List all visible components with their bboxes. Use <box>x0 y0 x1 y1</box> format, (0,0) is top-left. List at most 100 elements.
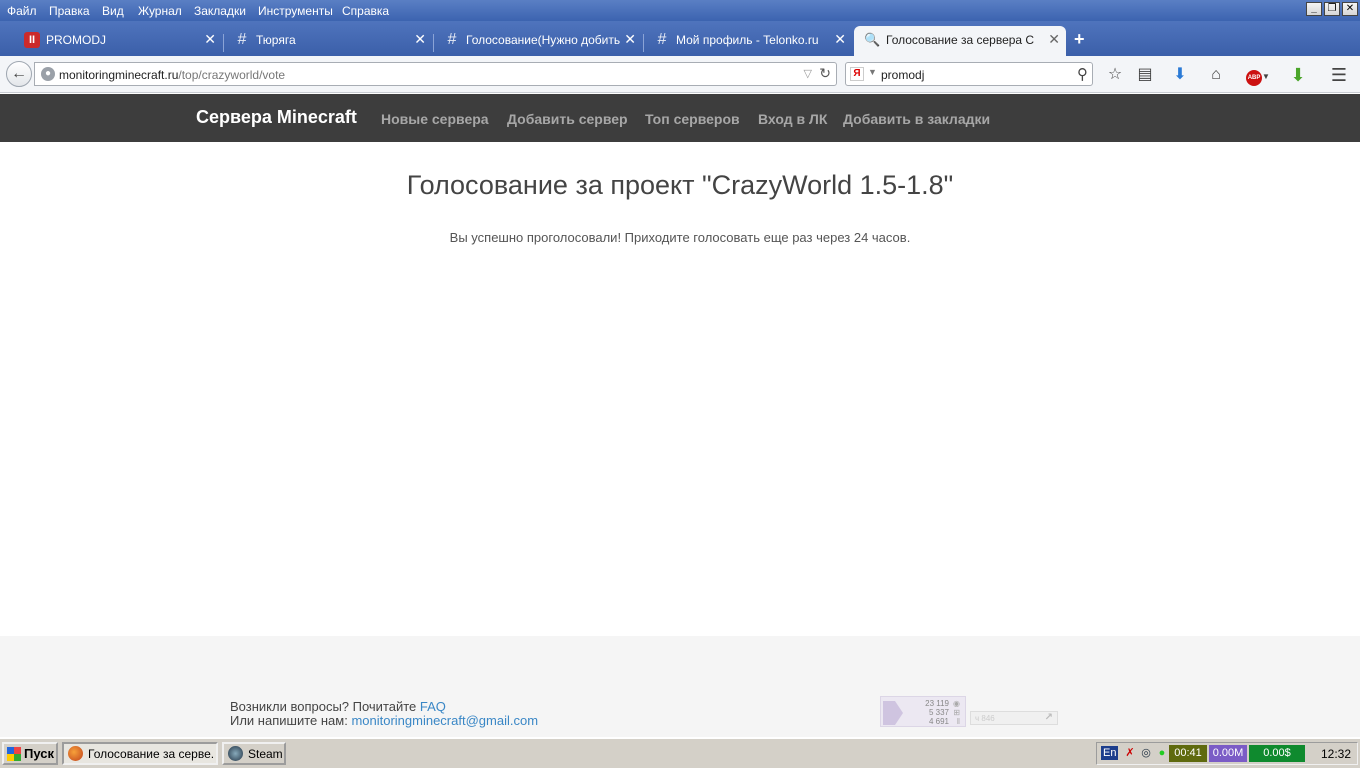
footer-questions-text: Возникли вопросы? Почитайте <box>230 699 420 714</box>
tab-turyaga[interactable]: # Тюряга ✕ <box>224 26 432 56</box>
tab-profile[interactable]: # Мой профиль - Telonko.ru ✕ <box>644 26 852 56</box>
nav-top-servers[interactable]: Топ серверов <box>645 111 740 127</box>
menu-icon[interactable]: ☰ <box>1328 64 1350 86</box>
site-brand[interactable]: Сервера Minecraft <box>196 107 357 128</box>
navigation-toolbar: ← ● monitoringminecraft.ru/top/crazyworl… <box>0 56 1360 93</box>
home-icon[interactable]: ⌂ <box>1205 64 1227 86</box>
memory-indicator: 0.00M <box>1209 745 1247 762</box>
counter-views: 23 119 <box>925 699 949 708</box>
menu-edit[interactable]: Правка <box>49 4 90 18</box>
liveinternet-counter[interactable]: 23 119 ◉ 5 337 ⊞ 4 691 ǁ <box>880 696 966 727</box>
nav-login[interactable]: Вход в ЛК <box>758 111 827 127</box>
clock: 12:32 <box>1320 747 1351 761</box>
counter2-text: ч 846 <box>975 714 995 723</box>
adblock-icon[interactable]: ABP ▼ <box>1242 64 1274 86</box>
close-window-button[interactable]: ✕ <box>1342 2 1358 16</box>
start-label: Пуск <box>24 746 54 761</box>
chevron-down-icon[interactable]: ▽ <box>804 67 812 80</box>
taskbar-item-firefox[interactable]: Голосование за серве... <box>62 742 218 765</box>
taskbar-item-steam[interactable]: Steam <box>222 742 286 765</box>
footer: Возникли вопросы? Почитайте FAQ Или напи… <box>0 636 1360 737</box>
tab-voting[interactable]: # Голосование(Нужно добить... ✕ <box>434 26 642 56</box>
menu-file[interactable]: Файл <box>7 4 37 18</box>
person-icon: ǁ <box>956 717 960 726</box>
email-link[interactable]: monitoringminecraft@gmail.com <box>351 713 538 728</box>
hash-icon: # <box>237 31 247 48</box>
close-icon[interactable]: ✕ <box>834 31 846 48</box>
download-icon[interactable]: ⬇ <box>1169 64 1191 86</box>
counter-online: 4 691 <box>928 717 949 726</box>
balance-indicator: 0.00$ <box>1249 745 1305 762</box>
taskbar-item-label: Steam <box>248 747 283 761</box>
menu-tools[interactable]: Инструменты <box>258 4 333 18</box>
counter-chart-icon <box>883 701 903 725</box>
chevron-down-icon[interactable]: ▼ <box>868 67 877 77</box>
tab-label: Голосование(Нужно добить... <box>466 33 621 47</box>
search-icon[interactable]: ⚲ <box>1077 65 1088 83</box>
hash-icon: # <box>447 31 457 48</box>
url-host: monitoringminecraft.ru <box>59 68 179 82</box>
yandex-icon[interactable]: Я <box>850 67 864 81</box>
tab-label: Голосование за сервера Cra... <box>886 33 1034 47</box>
arrow-icon: ↗ <box>1044 712 1053 723</box>
url-path: /top/crazyworld/vote <box>178 68 286 82</box>
reload-icon[interactable]: ↻ <box>819 65 831 82</box>
globe-icon: ● <box>41 67 55 81</box>
eye-icon: ◉ <box>953 699 960 708</box>
vote-success-message: Вы успешно проголосовали! Приходите голо… <box>449 230 911 245</box>
language-indicator[interactable]: En <box>1101 746 1119 760</box>
tab-active-voting[interactable]: 🔍 Голосование за сервера Cra... ✕ <box>854 26 1066 56</box>
steam-tray-icon[interactable]: ◎ <box>1139 746 1153 760</box>
system-tray: En ✗ ◎ ● 00:41 0.00M 0.00$ 12:32 <box>1096 742 1358 765</box>
address-bar[interactable]: ● monitoringminecraft.ru/top/crazyworld/… <box>34 62 837 86</box>
url-text: monitoringminecraft.ru/top/crazyworld/vo… <box>59 68 285 82</box>
site-header: Сервера Minecraft Новые сервера Добавить… <box>0 94 1360 142</box>
menu-bar: Файл Правка Вид Журнал Закладки Инструме… <box>0 0 1360 21</box>
steam-icon <box>228 746 243 761</box>
back-button[interactable]: ← <box>6 61 32 87</box>
tab-label: Мой профиль - Telonko.ru <box>676 33 819 47</box>
windows-logo-icon <box>7 747 21 761</box>
close-icon[interactable]: ✕ <box>1048 31 1060 48</box>
timer-indicator: 00:41 <box>1169 745 1207 762</box>
promodj-icon: II <box>24 32 40 48</box>
firefox-icon <box>68 746 83 761</box>
search-input[interactable]: promodj <box>881 68 924 82</box>
search-icon: 🔍 <box>864 32 881 47</box>
bookmark-star-icon[interactable]: ☆ <box>1104 64 1126 86</box>
page-title: Голосование за проект "CrazyWorld 1.5-1.… <box>406 170 954 200</box>
close-icon[interactable]: ✕ <box>204 31 216 48</box>
tab-label: PROMODJ <box>46 33 106 47</box>
new-tab-button[interactable]: + <box>1074 29 1085 50</box>
menu-help[interactable]: Справка <box>342 4 389 18</box>
nav-add-server[interactable]: Добавить сервер <box>507 111 628 127</box>
restore-button[interactable]: ❐ <box>1324 2 1340 16</box>
tab-label: Тюряга <box>256 33 296 47</box>
taskbar: Пуск Голосование за серве... Steam En ✗ … <box>0 738 1360 768</box>
start-button[interactable]: Пуск <box>2 742 58 765</box>
footer-questions: Возникли вопросы? Почитайте FAQ <box>230 699 446 714</box>
hash-icon: # <box>657 31 667 48</box>
nav-add-bookmark[interactable]: Добавить в закладки <box>843 111 990 127</box>
search-bar[interactable]: Я ▼ promodj ⚲ <box>845 62 1093 86</box>
bookmarks-list-icon[interactable]: ▤ <box>1134 64 1156 86</box>
close-icon[interactable]: ✕ <box>624 31 636 48</box>
download-helper-icon[interactable]: ⬇ <box>1287 64 1309 86</box>
close-icon[interactable]: ✕ <box>414 31 426 48</box>
antivirus-icon[interactable]: ✗ <box>1123 746 1137 760</box>
menu-history[interactable]: Журнал <box>138 4 182 18</box>
menu-bookmarks[interactable]: Закладки <box>194 4 246 18</box>
tab-promodj[interactable]: II PROMODJ ✕ <box>14 26 222 56</box>
counter-visitors: 5 337 <box>928 708 949 717</box>
tab-strip: II PROMODJ ✕ # Тюряга ✕ # Голосование(Ну… <box>0 21 1360 56</box>
plus-icon: ⊞ <box>953 708 960 717</box>
taskbar-item-label: Голосование за серве... <box>88 747 214 761</box>
secondary-counter[interactable]: ч 846 ↗ <box>970 711 1058 725</box>
nav-new-servers[interactable]: Новые сервера <box>381 111 489 127</box>
footer-contact: Или напишите нам: monitoringminecraft@gm… <box>230 713 538 728</box>
network-icon[interactable]: ● <box>1155 746 1169 760</box>
faq-link[interactable]: FAQ <box>420 699 446 714</box>
footer-contact-text: Или напишите нам: <box>230 713 352 728</box>
menu-view[interactable]: Вид <box>102 4 124 18</box>
minimize-button[interactable]: _ <box>1306 2 1322 16</box>
